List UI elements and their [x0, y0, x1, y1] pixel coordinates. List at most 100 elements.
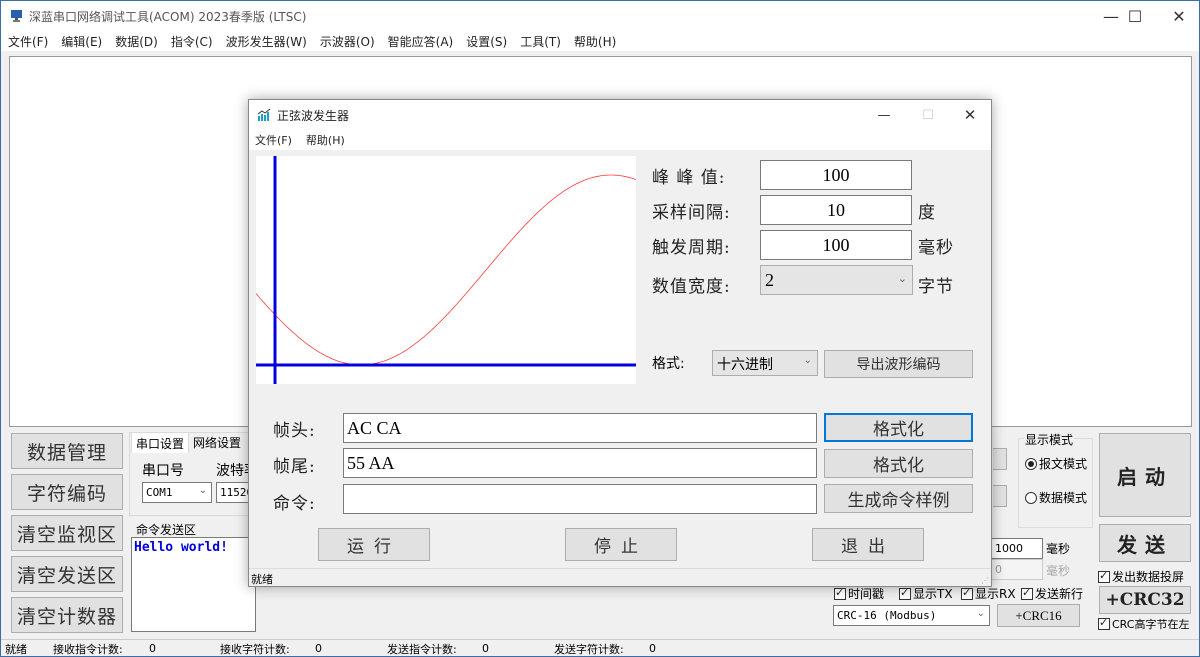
tx-cmd-count-value: 0	[482, 642, 489, 655]
clear-monitor-button[interactable]: 清空监视区	[11, 515, 123, 551]
format-tail-button[interactable]: 格式化	[824, 449, 973, 478]
menu-help[interactable]: 帮助(H)	[574, 33, 616, 50]
display-mode-label: 显示模式	[1024, 431, 1075, 448]
sine-wave-dialog: 正弦波发生器 — ☐ ✕ 文件(F) 帮助(H) 峰 峰 值: 100 采样间隔…	[248, 99, 992, 587]
crc16-button[interactable]: +CRC16	[997, 604, 1080, 627]
chart-icon	[257, 108, 271, 121]
dialog-maximize-button: ☐	[922, 107, 934, 123]
format-head-button[interactable]: 格式化	[824, 413, 973, 442]
checkbox-timestamp[interactable]: 时间戳	[834, 585, 884, 602]
dialog-menu-help[interactable]: 帮助(H)	[306, 132, 345, 148]
checkbox-icon	[834, 586, 846, 600]
close-button[interactable]: ✕	[1156, 1, 1200, 31]
dialog-minimize-button[interactable]: —	[861, 100, 907, 130]
menu-command[interactable]: 指令(C)	[171, 33, 213, 50]
command-field[interactable]	[343, 484, 817, 514]
command-label: 命令:	[273, 494, 316, 514]
peak-to-peak-input[interactable]: 100	[760, 160, 912, 190]
dialog-status-bar: 就绪 ⋰	[249, 568, 991, 586]
command-input[interactable]: Hello world!	[131, 537, 256, 632]
tab-serial-settings[interactable]: 串口设置	[131, 432, 190, 453]
data-management-button[interactable]: 数据管理	[11, 433, 123, 469]
dialog-close-button[interactable]: ✕	[947, 100, 993, 130]
menu-smart-reply[interactable]: 智能应答(A)	[388, 33, 454, 50]
char-encoding-button[interactable]: 字符编码	[11, 474, 123, 510]
interval-unit-1: 毫秒	[1046, 542, 1071, 556]
port-select[interactable]: COM1 ⌄	[142, 482, 212, 503]
run-button[interactable]: 运行	[318, 528, 430, 561]
hidden-button-1[interactable]	[993, 448, 1007, 470]
port-label: 串口号	[142, 463, 184, 479]
menu-bar: 文件(F) 编辑(E) 数据(D) 指令(C) 波形发生器(W) 示波器(O) …	[1, 31, 1199, 51]
value-width-select[interactable]: 2 ⌄	[760, 265, 913, 295]
title-bar: 深蓝串口网络调试工具(ACOM) 2023春季版 (LTSC) — ☐ ✕	[1, 1, 1199, 31]
chevron-down-icon: ⌄	[198, 485, 207, 496]
stop-button[interactable]: 停止	[565, 528, 677, 561]
trigger-period-input[interactable]: 100	[760, 230, 912, 260]
trigger-period-label: 触发周期:	[652, 238, 731, 258]
command-area-label: 命令发送区	[136, 523, 197, 537]
frame-tail-label: 帧尾:	[273, 457, 316, 477]
interval-input-1[interactable]: 1000	[991, 538, 1043, 559]
dialog-title-bar: 正弦波发生器 — ☐ ✕	[249, 100, 991, 130]
sine-wave-curve	[256, 174, 636, 366]
chevron-down-icon: ⌄	[803, 355, 812, 366]
sample-interval-input[interactable]: 10	[760, 195, 912, 225]
menu-file[interactable]: 文件(F)	[8, 33, 48, 50]
generate-command-button[interactable]: 生成命令样例	[824, 484, 973, 513]
value-width-unit: 字节	[918, 277, 954, 297]
dialog-menu-bar: 文件(F) 帮助(H)	[249, 130, 991, 150]
menu-tools[interactable]: 工具(T)	[520, 33, 561, 50]
menu-edit[interactable]: 编辑(E)	[61, 33, 102, 50]
tab-network-settings[interactable]: 网络设置	[189, 432, 245, 453]
resize-grip-icon[interactable]: ⋰	[981, 576, 989, 585]
menu-oscilloscope[interactable]: 示波器(O)	[320, 33, 375, 50]
menu-data[interactable]: 数据(D)	[115, 33, 158, 50]
waveform-canvas	[256, 156, 636, 384]
menu-settings[interactable]: 设置(S)	[466, 33, 507, 50]
format-select[interactable]: 十六进制 ⌄	[712, 350, 818, 376]
crc32-button[interactable]: +CRC32	[1099, 586, 1191, 614]
radio-selected-icon	[1025, 457, 1037, 470]
clear-send-button[interactable]: 清空发送区	[11, 556, 123, 592]
clear-counter-button[interactable]: 清空计数器	[11, 597, 123, 633]
checkbox-show-rx[interactable]: 显示RX	[961, 585, 1016, 602]
trigger-period-unit: 毫秒	[918, 238, 954, 258]
checkbox-crc-high-byte-left[interactable]: CRC高字节在左	[1098, 616, 1189, 632]
interval-input-2[interactable]: 0	[991, 559, 1043, 580]
dialog-menu-file[interactable]: 文件(F)	[255, 132, 292, 148]
peak-to-peak-label: 峰 峰 值:	[652, 168, 726, 188]
send-button[interactable]: 发送	[1099, 524, 1191, 562]
export-waveform-button[interactable]: 导出波形编码	[824, 350, 973, 378]
frame-tail-input[interactable]: 55 AA	[343, 448, 817, 478]
chevron-down-icon: ⌄	[976, 608, 985, 619]
window-title: 深蓝串口网络调试工具(ACOM) 2023春季版 (LTSC)	[29, 10, 307, 24]
tx-char-count-label: 发送字符计数:	[554, 642, 624, 656]
chevron-down-icon: ⌄	[897, 272, 907, 285]
checkbox-send-newline[interactable]: 发送新行	[1021, 585, 1083, 602]
radio-message-mode[interactable]: 报文模式	[1025, 455, 1087, 472]
checkbox-icon	[961, 586, 973, 600]
app-monitor-icon	[11, 10, 22, 22]
exit-button[interactable]: 退出	[812, 528, 924, 561]
frame-head-input[interactable]: AC CA	[343, 413, 817, 443]
crc-type-select[interactable]: CRC-16 (Modbus) ⌄	[833, 605, 990, 626]
baud-select[interactable]: 115200	[216, 482, 251, 503]
start-button[interactable]: 启动	[1099, 433, 1191, 517]
baud-value: 115200	[220, 486, 250, 499]
value-width-label: 数值宽度:	[652, 277, 731, 297]
checkbox-icon	[1098, 569, 1110, 583]
display-mode-group	[1018, 438, 1093, 528]
tx-char-count-value: 0	[649, 642, 656, 655]
command-text: Hello world!	[134, 540, 228, 555]
menu-waveform-generator[interactable]: 波形发生器(W)	[226, 33, 307, 50]
checkbox-show-tx[interactable]: 显示TX	[899, 585, 953, 602]
radio-empty-icon	[1025, 491, 1037, 504]
checkbox-icon	[1021, 586, 1033, 600]
checkbox-send-data-cast[interactable]: 发出数据投屏	[1098, 568, 1184, 585]
radio-data-mode[interactable]: 数据模式	[1025, 489, 1087, 506]
checkbox-icon	[899, 586, 911, 600]
dialog-status-text: 就绪	[251, 573, 273, 586]
maximize-button[interactable]: ☐	[1112, 1, 1158, 31]
hidden-button-2[interactable]	[993, 485, 1007, 507]
